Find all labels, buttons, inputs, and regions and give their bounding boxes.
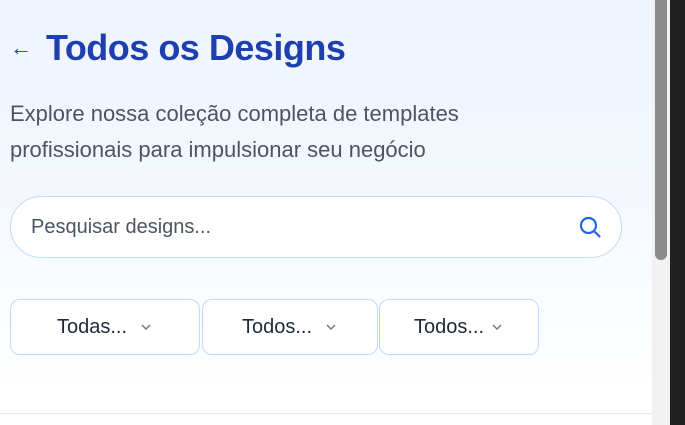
- window-edge: [670, 0, 685, 425]
- scrollbar-thumb[interactable]: [655, 0, 667, 260]
- back-arrow-icon[interactable]: ←: [10, 28, 32, 68]
- page-title: Todos os Designs: [46, 27, 346, 68]
- filter-dropdown-type[interactable]: Todos...: [202, 299, 378, 355]
- filter-dropdown-category[interactable]: Todas...: [10, 299, 200, 355]
- filter-dropdown-sort[interactable]: Todos...: [379, 299, 539, 355]
- section-divider: [0, 413, 652, 414]
- page-header: ← Todos os Designs: [10, 26, 346, 70]
- chevron-down-icon: [324, 320, 338, 334]
- chevron-down-icon: [139, 320, 153, 334]
- search-icon[interactable]: [575, 212, 605, 242]
- filter-label: Todas...: [56, 315, 128, 338]
- search-bar: [10, 196, 622, 258]
- page-content: ← Todos os Designs Explore nossa coleção…: [0, 0, 652, 425]
- filter-label: Todos...: [241, 315, 313, 338]
- filter-label: Todos...: [413, 315, 485, 338]
- search-input[interactable]: [11, 196, 575, 258]
- page-subtitle: Explore nossa coleção completa de templa…: [10, 101, 459, 162]
- chevron-down-icon: [490, 320, 504, 334]
